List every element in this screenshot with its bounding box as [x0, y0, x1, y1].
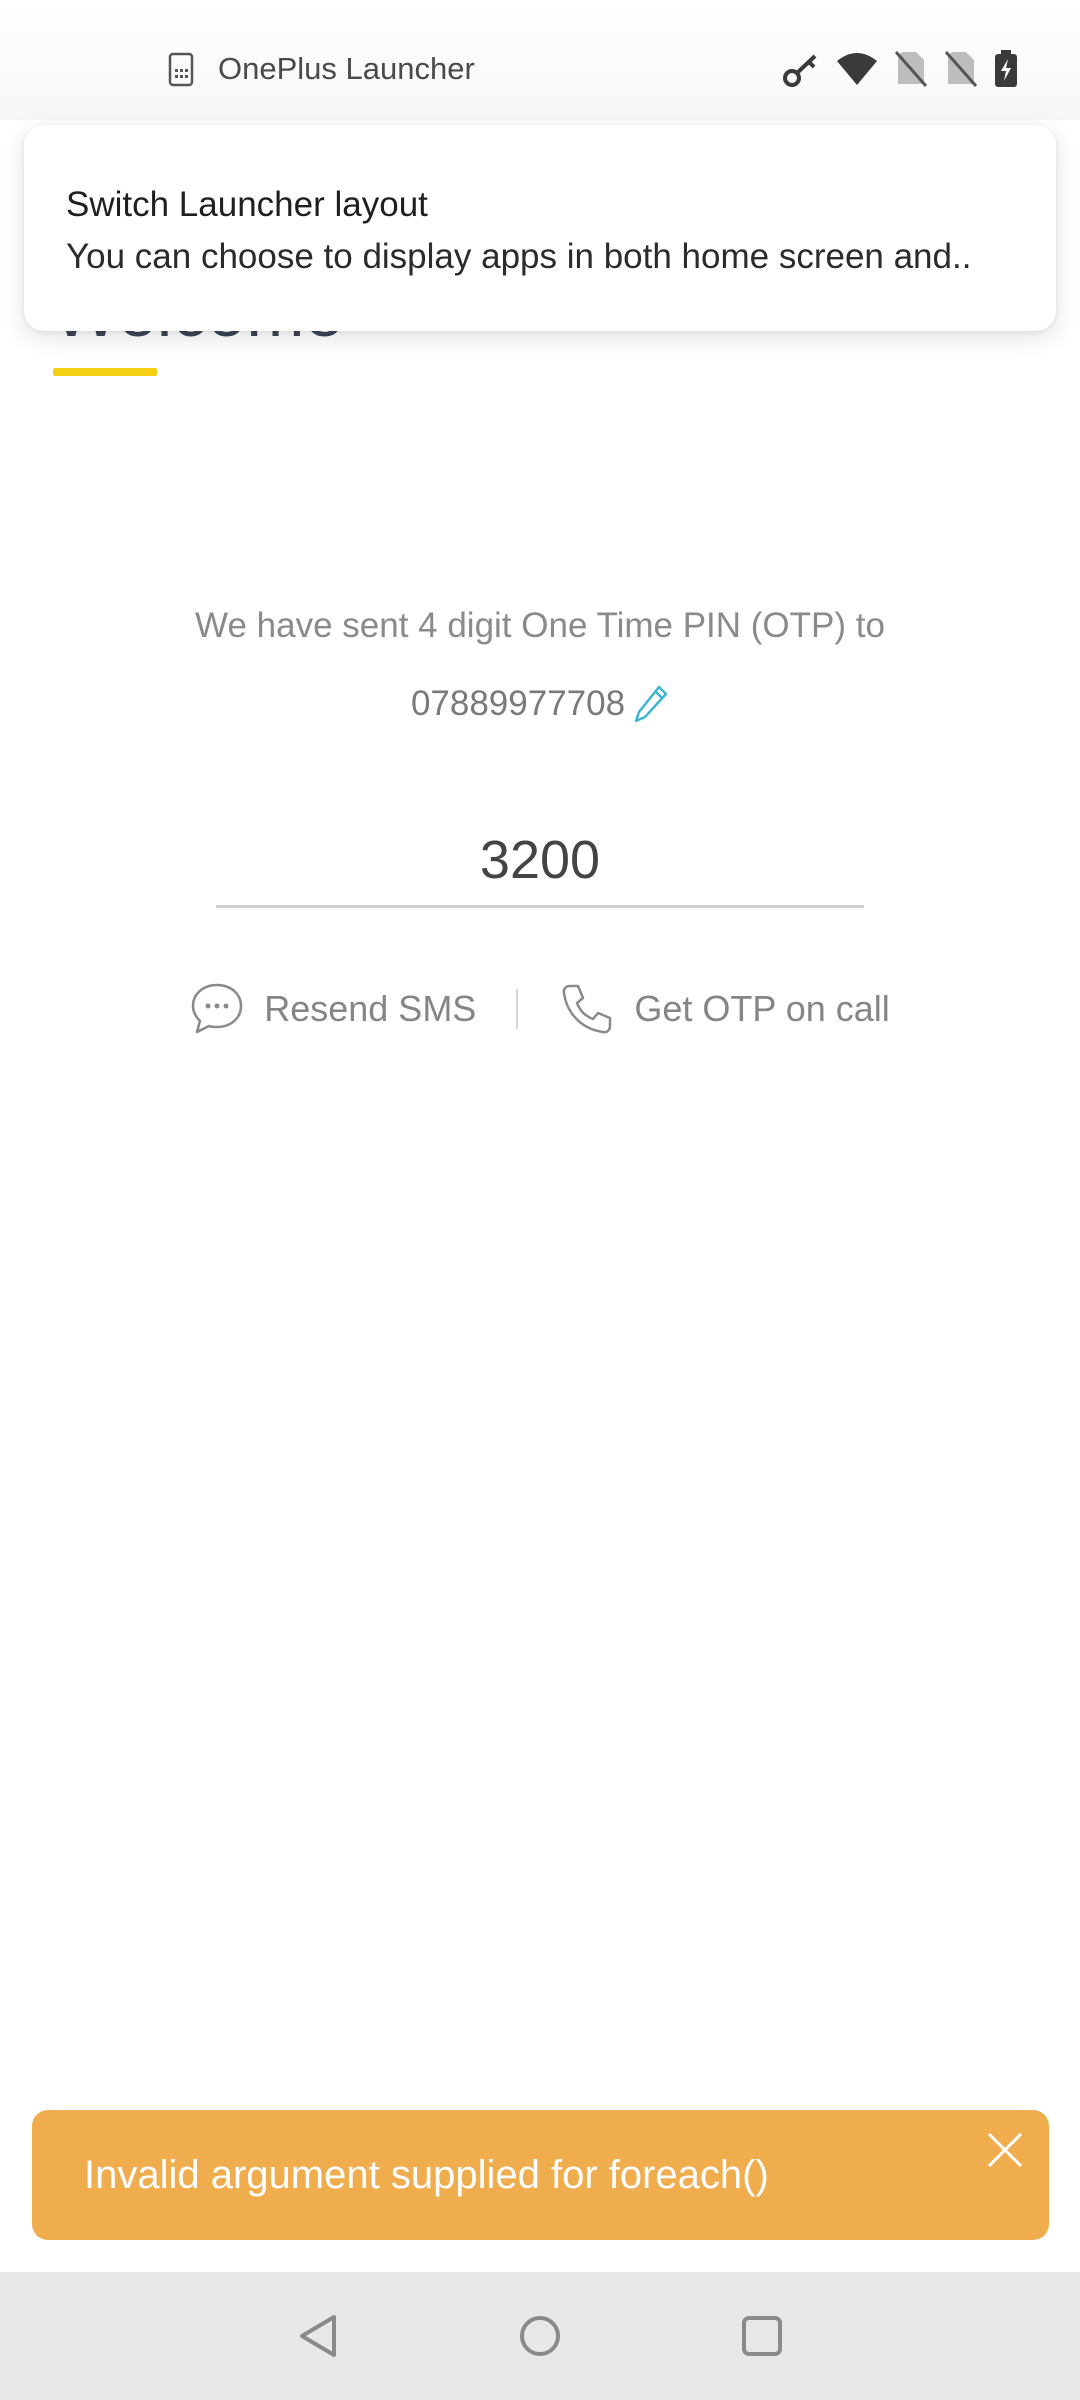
notification-card[interactable]: Switch Launcher layout You can choose to… — [24, 125, 1056, 331]
close-icon[interactable] — [981, 2126, 1029, 2174]
otp-message: We have sent 4 digit One Time PIN (OTP) … — [195, 606, 885, 645]
status-icons — [782, 50, 1018, 93]
action-divider — [516, 989, 519, 1029]
resend-sms-button[interactable]: Resend SMS — [190, 982, 476, 1036]
navigation-bar — [0, 2272, 1080, 2400]
notification-body: You can choose to display apps in both h… — [66, 237, 972, 276]
resend-sms-label: Resend SMS — [264, 988, 477, 1029]
otp-actions: Resend SMS Get OTP on call — [0, 982, 1080, 1036]
otp-input-container — [216, 820, 864, 908]
status-app-name: OnePlus Launcher — [218, 51, 475, 86]
screen: OnePlus Launcher Switch Launcher layout … — [0, 0, 1080, 2400]
back-icon — [300, 2315, 336, 2357]
no-sim-icon — [944, 50, 978, 93]
home-icon — [520, 2316, 560, 2356]
status-bar: OnePlus Launcher — [0, 0, 1080, 120]
chat-bubble-icon — [191, 983, 243, 1034]
error-message: Invalid argument supplied for foreach() — [84, 2153, 769, 2197]
home-button[interactable] — [504, 2300, 576, 2372]
phone-number: 07889977708 — [410, 684, 626, 723]
error-toast: Invalid argument supplied for foreach() — [32, 2110, 1049, 2240]
title-underline — [53, 368, 157, 376]
sim-card-icon — [168, 52, 194, 87]
phone-row: 07889977708 — [0, 678, 1080, 730]
battery-charging-icon — [994, 50, 1018, 93]
back-button[interactable] — [282, 2300, 354, 2372]
pencil-icon[interactable] — [633, 684, 669, 724]
recents-icon — [742, 2316, 782, 2356]
notification-title: Switch Launcher layout — [66, 185, 428, 224]
key-icon — [782, 50, 820, 93]
no-sim-icon — [894, 50, 928, 93]
otp-input[interactable] — [216, 820, 864, 900]
get-otp-call-button[interactable]: Get OTP on call — [560, 982, 890, 1036]
wifi-icon — [836, 51, 878, 92]
get-otp-call-label: Get OTP on call — [634, 988, 890, 1029]
recents-button[interactable] — [726, 2300, 798, 2372]
phone-icon — [562, 984, 612, 1034]
